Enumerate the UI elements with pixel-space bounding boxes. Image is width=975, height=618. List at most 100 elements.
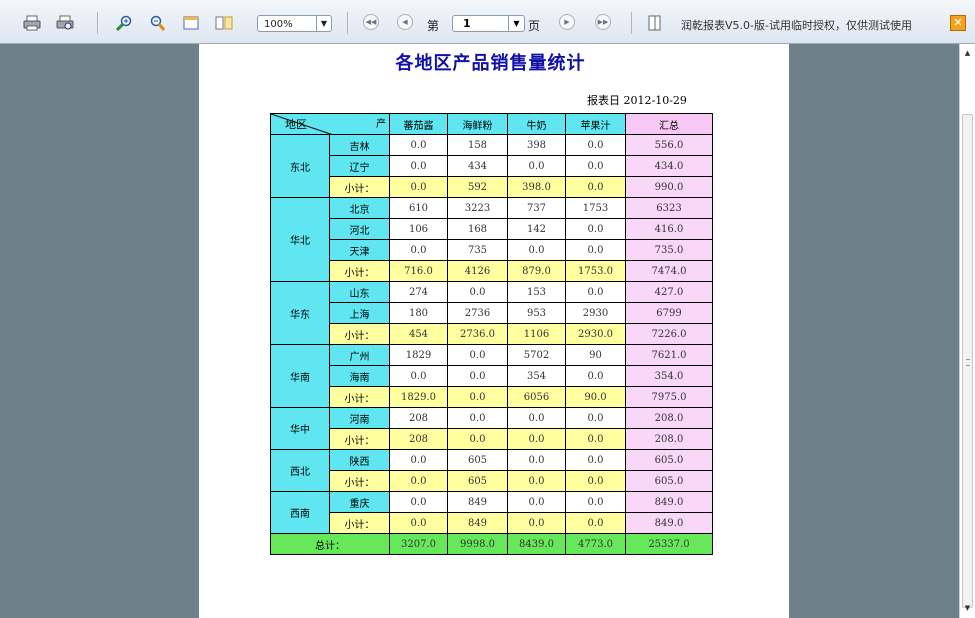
city-cell: 重庆 [329,491,390,513]
subtotal-row: 小计： 454 2736.0 1106 2930.0 7226.0 [271,323,713,345]
scroll-down-icon[interactable]: ▼ [960,601,975,616]
region-cell: 华东 [270,281,330,345]
value-cell: 0.0 [565,239,626,261]
value-cell: 1829.0 [389,386,448,408]
subtotal-label: 小计： [329,512,390,534]
row-total-cell: 208.0 [625,407,713,429]
row-total-cell: 849.0 [625,491,713,513]
city-cell: 天津 [329,239,390,261]
row-total-cell: 208.0 [625,428,713,450]
zoom-out-icon[interactable] [148,15,166,31]
value-cell: 1753.0 [565,260,626,282]
grand-total-cell: 25337.0 [625,533,713,555]
value-cell: 0.0 [507,512,566,534]
value-cell: 1106 [507,323,566,345]
column-header: 苹果汁 [565,113,626,135]
report-title: 各地区产品销售量统计 [395,53,586,74]
zoom-select[interactable]: 100% ▼ [257,15,332,32]
value-cell: 0.0 [389,512,448,534]
page-width-icon[interactable] [182,15,200,31]
last-page-icon[interactable]: ▶▶ [595,14,611,30]
first-page-icon[interactable]: ◀◀ [363,14,379,30]
table-row: 华南 广州 1829 0.0 5702 90 7621.0 [270,344,713,408]
value-cell: 737 [507,197,566,219]
value-cell: 0.0 [565,428,626,450]
row-total-cell: 7621.0 [625,344,713,366]
value-cell: 0.0 [389,134,448,156]
next-page-icon[interactable]: ▶ [559,14,575,30]
two-page-icon[interactable] [215,15,233,31]
region-cell: 华中 [270,407,330,450]
value-cell: 0.0 [565,134,626,156]
value-cell: 90.0 [565,386,626,408]
subtotal-row: 小计： 1829.0 0.0 6056 90.0 7975.0 [271,386,713,408]
value-cell: 398 [507,134,566,156]
table-header-row: 产 地区 蕃茄酱 海鲜粉 牛奶 苹果汁 汇总 [270,113,713,135]
close-icon[interactable]: ✕ [950,15,966,31]
value-cell: 849 [447,491,508,513]
toolbar-separator [631,12,632,34]
row-total-cell: 605.0 [625,449,713,471]
value-cell: 106 [389,218,448,240]
value-cell: 0.0 [565,407,626,429]
page-number-input[interactable]: 1 ▼ [452,15,525,32]
print-preview-icon[interactable] [56,15,74,31]
value-cell: 153 [507,281,566,303]
city-cell: 北京 [329,197,390,219]
document-icon[interactable] [646,15,664,31]
value-cell: 0.0 [507,449,566,471]
corner-label-region: 地区 [285,118,307,131]
value-cell: 0.0 [389,176,448,198]
toolbar-separator [97,12,98,34]
value-cell: 610 [389,197,448,219]
value-cell: 354 [507,365,566,387]
value-cell: 0.0 [389,365,448,387]
subtotal-row: 小计： 0.0 849 0.0 0.0 849.0 [271,512,713,534]
value-cell: 0.0 [447,344,508,366]
table-row: 东北 吉林 0.0 158 398 0.0 556.0 [270,134,713,198]
value-cell: 592 [447,176,508,198]
value-cell: 454 [389,323,448,345]
value-cell: 2736 [447,302,508,324]
value-cell: 0.0 [389,470,448,492]
page-label-before: 第 [427,19,440,33]
region-cell: 东北 [270,134,330,198]
row-total-cell: 7975.0 [625,386,713,408]
value-cell: 168 [447,218,508,240]
print-icon[interactable] [23,15,41,31]
column-header: 牛奶 [507,113,566,135]
value-cell: 0.0 [565,176,626,198]
city-cell: 河南 [329,407,390,429]
value-cell: 0.0 [565,449,626,471]
report-date-value: 2012-10-29 [623,94,687,107]
report-page: 各地区产品销售量统计 报表日 2012-10-29 产 地区 蕃茄酱 海鲜粉 牛奶 苹果汁… [199,44,789,618]
row-total-cell: 556.0 [625,134,713,156]
grip-icon [966,359,970,366]
value-cell: 1753 [565,197,626,219]
scroll-thumb[interactable] [962,114,973,608]
zoom-in-icon[interactable] [115,15,133,31]
table-row: 华中 河南 208 0.0 0.0 0.0 208.0 [270,407,713,450]
value-cell: 735 [447,239,508,261]
vertical-scrollbar[interactable]: ▲ ▼ [959,44,975,618]
row-total-cell: 7226.0 [625,323,713,345]
table-row: 天津 0.0 735 0.0 0.0 735.0 [271,239,713,261]
value-cell: 0.0 [565,218,626,240]
value-cell: 1829 [389,344,448,366]
value-cell: 0.0 [507,470,566,492]
column-header: 汇总 [625,113,713,135]
table-row: 海南 0.0 0.0 354 0.0 354.0 [271,365,713,387]
subtotal-label: 小计： [329,428,390,450]
subtotal-row: 小计： 0.0 592 398.0 0.0 990.0 [271,176,713,198]
scroll-up-icon[interactable]: ▲ [960,46,975,61]
value-cell: 158 [447,134,508,156]
region-cell: 西北 [270,449,330,492]
row-total-cell: 354.0 [625,365,713,387]
column-header: 海鲜粉 [447,113,508,135]
value-cell: 142 [507,218,566,240]
table-row: 河北 106 168 142 0.0 416.0 [271,218,713,240]
value-cell: 0.0 [447,365,508,387]
previous-page-icon[interactable]: ◀ [397,14,413,30]
value-cell: 0.0 [565,512,626,534]
value-cell: 2930.0 [565,323,626,345]
